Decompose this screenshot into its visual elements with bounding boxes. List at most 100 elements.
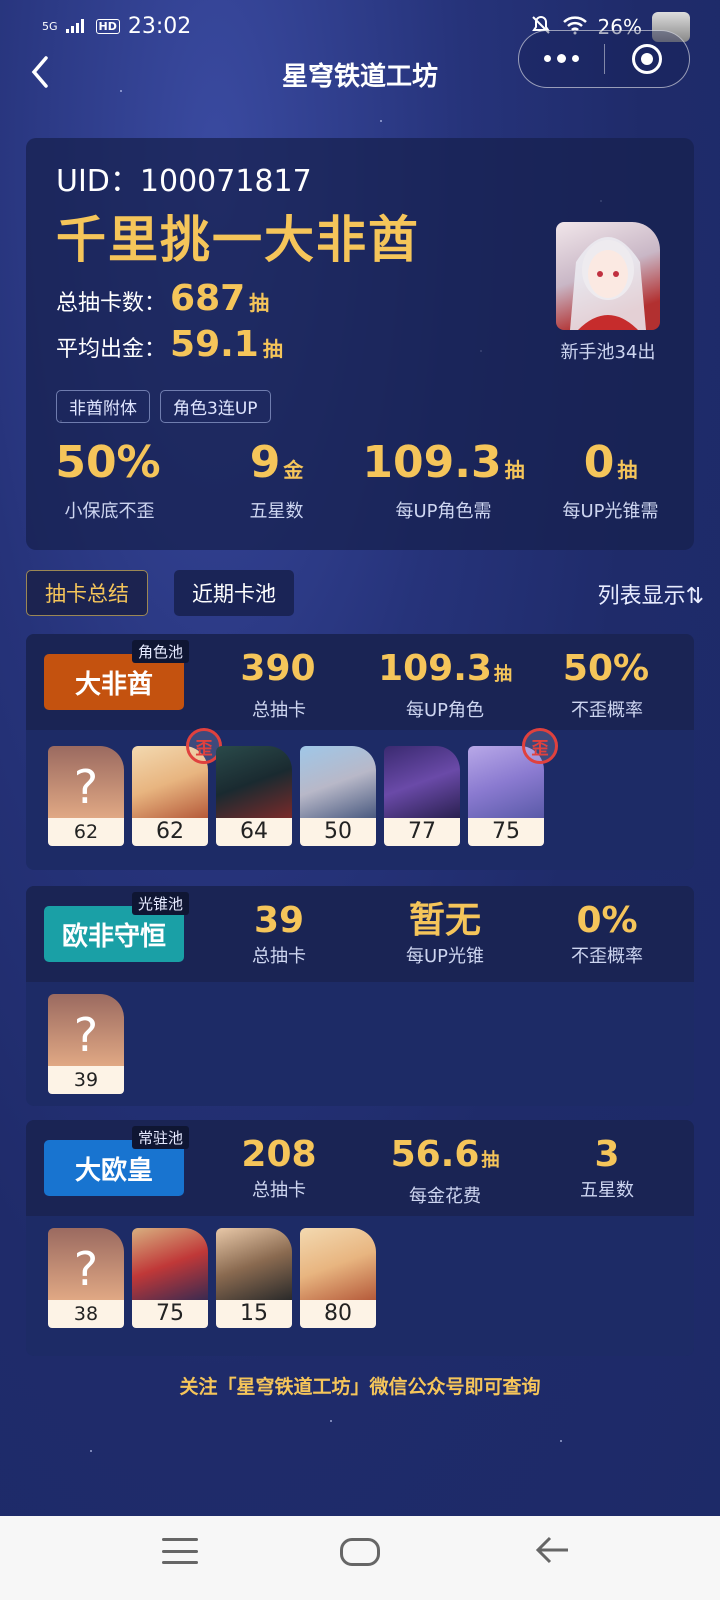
standard-pool-card[interactable]: 常驻池 大欧皇 208 总抽卡 56.6 抽 每金花费 3 五星数 ? 38 75… bbox=[26, 1120, 694, 1356]
newbie-character-portrait[interactable] bbox=[556, 222, 660, 330]
pool-stat-value: 39 bbox=[253, 900, 305, 941]
stat-unit: 抽 bbox=[504, 458, 525, 482]
close-miniprogram-button[interactable] bbox=[605, 31, 690, 87]
back-icon[interactable] bbox=[532, 1530, 572, 1570]
pool-stat: 3 五星数 bbox=[532, 1134, 682, 1202]
pool-stat: 0% 不歪概率 bbox=[532, 900, 682, 968]
pool-stat: 208 总抽卡 bbox=[204, 1134, 354, 1202]
stat-item: 9金 五星数 bbox=[193, 438, 360, 523]
character-card[interactable]: 50 bbox=[300, 746, 376, 846]
pull-count: 62 bbox=[48, 818, 124, 846]
pool-stat-unit: 抽 bbox=[481, 1150, 500, 1171]
pool-stat-label: 总抽卡 bbox=[252, 700, 306, 721]
question-mark-icon: ? bbox=[73, 1242, 99, 1296]
pool-stat-value: 56.6 bbox=[390, 1134, 480, 1175]
tab-recent[interactable]: 近期卡池 bbox=[174, 570, 294, 616]
pending-pull-card[interactable]: ? 39 bbox=[48, 994, 124, 1094]
pull-count: 80 bbox=[300, 1300, 376, 1328]
pool-stat: 390 总抽卡 bbox=[204, 648, 354, 722]
lightcone-pool-card[interactable]: 光锥池 欧非守恒 39 总抽卡 暂无 每UP光锥 0% 不歪概率 ? 39 bbox=[26, 886, 694, 1106]
pool-header: 光锥池 欧非守恒 39 总抽卡 暂无 每UP光锥 0% 不歪概率 bbox=[26, 886, 694, 982]
tag-list: 非酋附体 角色3连UP bbox=[56, 390, 271, 423]
pending-pull-card[interactable]: ? 62 bbox=[48, 746, 124, 846]
clock: 23:02 bbox=[127, 14, 192, 39]
summary-card: UID：100071817 千里挑一大非酋 总抽卡数： 687 抽 平均出金： … bbox=[26, 138, 694, 550]
pool-stat-value: 3 bbox=[594, 1134, 620, 1175]
tab-summary[interactable]: 抽卡总结 bbox=[26, 570, 148, 616]
avg-gold-label: 平均出金： bbox=[56, 337, 167, 362]
pool-type-label: 光锥池 bbox=[132, 892, 190, 915]
summary-stats: 50% 小保底不歪 9金 五星数 109.3 抽 每UP角色需 0抽 每UP光锥需 bbox=[26, 438, 694, 523]
target-icon bbox=[631, 44, 662, 74]
menu-icon[interactable] bbox=[162, 1538, 198, 1564]
total-pulls-unit: 抽 bbox=[249, 291, 270, 315]
pool-stat-value: 0% bbox=[576, 900, 638, 941]
pull-count: 39 bbox=[48, 1066, 124, 1094]
stat-item: 50% 小保底不歪 bbox=[26, 438, 193, 523]
character-card[interactable]: 62 歪 bbox=[132, 728, 222, 846]
pool-stat: 109.3 抽 每UP角色 bbox=[370, 648, 520, 722]
more-button[interactable] bbox=[519, 31, 604, 87]
stat-unit: 抽 bbox=[617, 458, 638, 482]
character-pool-card[interactable]: 角色池 大非酋 390 总抽卡 109.3 抽 每UP角色 50% 不歪概率 ? … bbox=[26, 634, 694, 870]
tag: 非酋附体 bbox=[56, 390, 150, 423]
character-card[interactable]: 75 歪 bbox=[468, 728, 558, 846]
pool-stat-label: 每UP光锥 bbox=[405, 946, 485, 967]
footer-note: 关注「星穹铁道工坊」微信公众号即可查询 bbox=[179, 1376, 541, 1398]
pool-stat-label: 总抽卡 bbox=[252, 946, 306, 967]
tag: 角色3连UP bbox=[160, 390, 271, 423]
stat-label: 每UP角色需 bbox=[395, 501, 492, 522]
pool-stat-label: 不歪概率 bbox=[571, 946, 643, 967]
pull-count: 75 bbox=[132, 1300, 208, 1328]
standard-list: ? 38 75 15 80 bbox=[48, 1228, 376, 1328]
list-view-toggle[interactable]: 列表显示⇅ bbox=[598, 578, 704, 610]
lightcone-card[interactable]: 75 bbox=[132, 1228, 208, 1328]
character-list: ? 62 62 歪 64 50 77 75 歪 bbox=[48, 728, 558, 846]
hd-badge: HD bbox=[95, 19, 120, 34]
stat-value: 109.3 bbox=[362, 437, 502, 488]
pool-stat-label: 五星数 bbox=[580, 1180, 634, 1201]
pool-stat-unit: 抽 bbox=[493, 664, 512, 685]
total-pulls-label: 总抽卡数： bbox=[56, 291, 167, 316]
pool-stat-value: 暂无 bbox=[408, 900, 481, 941]
pool-stat-value: 208 bbox=[241, 1134, 317, 1175]
character-card[interactable]: 77 bbox=[384, 746, 460, 846]
pull-count: 75 bbox=[468, 818, 544, 846]
portrait-caption: 新手池34出 bbox=[560, 342, 656, 363]
pending-pull-card[interactable]: ? 38 bbox=[48, 1228, 124, 1328]
pull-count: 64 bbox=[216, 818, 292, 846]
signal-icon bbox=[65, 14, 88, 39]
lightcone-list: ? 39 bbox=[48, 994, 124, 1094]
stat-label: 小保底不歪 bbox=[64, 501, 155, 522]
stat-unit: 金 bbox=[283, 458, 304, 482]
avg-gold-value: 59.1 bbox=[170, 324, 259, 365]
pool-stat: 39 总抽卡 bbox=[204, 900, 354, 968]
lost-fifty-fifty-stamp: 歪 bbox=[522, 728, 558, 764]
avg-gold-unit: 抽 bbox=[262, 337, 283, 361]
pool-stat-label: 每金花费 bbox=[409, 1186, 481, 1207]
character-card[interactable]: 64 bbox=[216, 746, 292, 846]
total-pulls-value: 687 bbox=[170, 278, 246, 319]
character-card[interactable]: 80 bbox=[300, 1228, 376, 1328]
stat-item: 0抽 每UP光锥需 bbox=[527, 438, 694, 523]
pool-stat-label: 每UP角色 bbox=[405, 700, 485, 721]
stat-value: 0 bbox=[583, 437, 615, 488]
pool-type-label: 角色池 bbox=[132, 640, 190, 663]
pool-stat: 50% 不歪概率 bbox=[532, 648, 682, 722]
total-pulls: 总抽卡数： 687 抽 bbox=[56, 278, 269, 319]
nickname: 千里挑一大非酋 bbox=[56, 211, 420, 269]
home-icon[interactable] bbox=[340, 1538, 380, 1566]
pool-stat-label: 总抽卡 bbox=[252, 1180, 306, 1201]
pool-stat: 56.6 抽 每金花费 bbox=[370, 1134, 520, 1208]
miniprogram-capsule bbox=[518, 30, 690, 88]
pull-count: 38 bbox=[48, 1300, 124, 1328]
uid-text: UID：100071817 bbox=[56, 164, 312, 199]
pull-count: 15 bbox=[216, 1300, 292, 1328]
stat-label: 五星数 bbox=[249, 501, 304, 522]
character-card[interactable]: 15 bbox=[216, 1228, 292, 1328]
stat-value: 9 bbox=[249, 437, 281, 488]
pool-stat-label: 不歪概率 bbox=[571, 700, 643, 721]
more-dots-icon bbox=[543, 54, 579, 63]
pull-count: 77 bbox=[384, 818, 460, 846]
pool-stat-value: 109.3 bbox=[378, 648, 492, 689]
